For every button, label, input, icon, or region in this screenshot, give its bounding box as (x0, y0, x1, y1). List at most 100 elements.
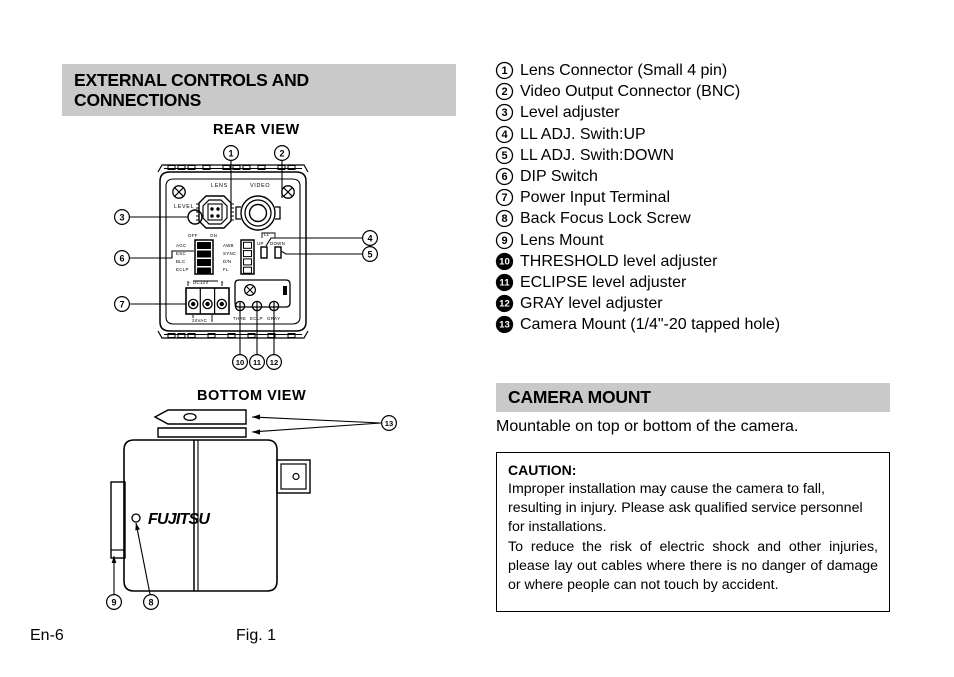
callout-7: 7 (114, 296, 186, 313)
camera-mount-description: Mountable on top or bottom of the camera… (496, 418, 799, 435)
callout-11-number: 11 (253, 358, 262, 367)
camera-mount-plate (153, 409, 247, 425)
camera-mount-rail (157, 427, 247, 438)
parts-list-item-12: 12 GRAY level adjuster (494, 293, 894, 314)
callout-2-number: 2 (279, 148, 284, 158)
caution-box: CAUTION: Improper installation may cause… (496, 452, 890, 612)
parts-list-item-6-label: DIP Switch (520, 167, 598, 185)
callout-5-number: 5 (367, 249, 372, 259)
section-heading-camera-mount: CAMERA MOUNT (496, 383, 890, 412)
ll-down-switch (274, 246, 282, 259)
svg-text:1: 1 (501, 65, 507, 77)
parts-list-item-10-label: THRESHOLD level adjuster (520, 252, 718, 270)
mode-row-label-dn: D/N (223, 259, 231, 264)
mount-tapped-hole (183, 412, 197, 422)
rear-view-diagram: LEVEL LENS VIDEO OFF ON AGC ESC BLC ECLP… (100, 134, 420, 379)
parts-list-item-5-label: LL ADJ. Swith:DOWN (520, 146, 675, 164)
callout-12-number: 12 (270, 358, 278, 367)
callout-5: 5 (280, 245, 379, 262)
parts-list-item-7: 7 Power Input Terminal (494, 187, 894, 208)
callout-8: 8 (135, 522, 159, 611)
circled-number-2-icon: 2 (494, 81, 520, 102)
power-input-terminal: – DC12V + 24VAC (185, 280, 230, 323)
dip-row-label-eclp: ECLP (176, 267, 189, 272)
circled-number-11-icon: 11 (494, 272, 520, 293)
camera-bottom-fins (157, 330, 309, 339)
video-label: VIDEO (250, 183, 270, 189)
parts-list-item-11: 11 ECLIPSE level adjuster (494, 272, 894, 293)
ll-adj-switches: LL UP DOWN (257, 232, 285, 259)
parts-list-item-9: 9 Lens Mount (494, 230, 894, 251)
svg-text:6: 6 (501, 171, 507, 183)
ll-up-switch (260, 246, 268, 259)
back-focus-lock-screw (131, 513, 141, 523)
section-heading-camera-mount-text: CAMERA MOUNT (508, 387, 651, 407)
parts-list: 1 Lens Connector (Small 4 pin) 2 Video O… (494, 60, 894, 335)
mode-row-label-fl: FL (223, 267, 229, 272)
caution-title: CAUTION: (508, 462, 577, 478)
parts-list-item-1-label: Lens Connector (Small 4 pin) (520, 62, 728, 79)
parts-list-item-10: 10 THRESHOLD level adjuster (494, 251, 894, 272)
mode-row-label-sync: SYNC (223, 251, 236, 256)
circled-number-4-icon: 4 (494, 124, 520, 145)
footer-page-number: En-6 (30, 627, 64, 644)
parts-list-item-3-label: Level adjuster (520, 104, 620, 122)
camera-top-fins (157, 164, 309, 173)
bnc-connector (235, 195, 281, 231)
ll-down-label: DOWN (270, 241, 285, 246)
level-label: LEVEL (174, 204, 194, 210)
parts-list-item-7-label: Power Input Terminal (520, 189, 670, 207)
dip-row-label-agc: AGC (176, 243, 186, 248)
parts-list-item-4: 4 LL ADJ. Swith:UP (494, 124, 894, 145)
svg-text:9: 9 (501, 235, 507, 247)
caution-paragraph-2: To reduce the risk of electric shock and… (508, 538, 878, 594)
callout-10-number: 10 (236, 358, 244, 367)
dip-row-label-esc: ESC (176, 251, 186, 256)
callout-8-number: 8 (148, 597, 153, 607)
caution-paragraph-1: Improper installation may cause the came… (508, 481, 863, 536)
mode-row-label-awb: AWB (223, 243, 234, 248)
dip-off-label: OFF (188, 233, 198, 238)
svg-text:10: 10 (499, 256, 510, 267)
parts-list-item-12-label: GRAY level adjuster (520, 295, 663, 313)
callout-9: 9 (105, 556, 123, 611)
parts-list-item-8-label: Back Focus Lock Screw (520, 210, 691, 228)
svg-text:5: 5 (501, 150, 507, 162)
svg-text:13: 13 (499, 320, 510, 331)
dip-switch-block: OFF ON AGC ESC BLC ECLP (176, 233, 217, 275)
parts-list-item-13-label: Camera Mount (1/4"-20 tapped hole) (520, 316, 781, 334)
parts-list-item-2-label: Video Output Connector (BNC) (520, 83, 741, 101)
power-plus-label: + (221, 280, 224, 285)
callout-3: 3 (114, 208, 188, 225)
callout-9-number: 9 (111, 597, 116, 607)
circled-number-10-icon: 10 (494, 251, 520, 272)
camera-side-bracket (276, 459, 311, 494)
circled-number-5-icon: 5 (494, 145, 520, 166)
svg-text:4: 4 (501, 129, 508, 141)
callout-13: 13 (251, 414, 398, 435)
callout-1-number: 1 (228, 148, 233, 158)
parts-list-item-2: 2 Video Output Connector (BNC) (494, 81, 894, 102)
lens-label: LENS (211, 183, 228, 189)
parts-list-item-9-label: Lens Mount (520, 231, 604, 249)
parts-list-item-5: 5 LL ADJ. Swith:DOWN (494, 145, 894, 166)
callout-7-number: 7 (119, 299, 124, 309)
circled-number-1-icon: 1 (494, 60, 520, 81)
parts-list-item-8: 8 Back Focus Lock Screw (494, 208, 894, 229)
svg-text:3: 3 (501, 107, 507, 119)
parts-list-item-11-label: ECLIPSE level adjuster (520, 273, 687, 291)
lens-connector (196, 195, 234, 229)
svg-text:7: 7 (501, 192, 507, 204)
section-heading-external-controls-text: EXTERNAL CONTROLS AND CONNECTIONS (74, 70, 309, 110)
callout-3-number: 3 (119, 212, 124, 222)
circled-number-13-icon: 13 (494, 314, 520, 335)
dip-on-label: ON (210, 233, 217, 238)
circled-number-8-icon: 8 (494, 208, 520, 229)
pot-label-eclp: ECLP (250, 316, 263, 321)
parts-list-item-3: 3 Level adjuster (494, 102, 894, 123)
callout-6-number: 6 (119, 253, 124, 263)
manual-page: EXTERNAL CONTROLS AND CONNECTIONS REAR V… (0, 0, 954, 677)
fujitsu-brand-logo: FUJITSU (148, 511, 210, 528)
circled-number-9-icon: 9 (494, 230, 520, 251)
circled-number-7-icon: 7 (494, 187, 520, 208)
